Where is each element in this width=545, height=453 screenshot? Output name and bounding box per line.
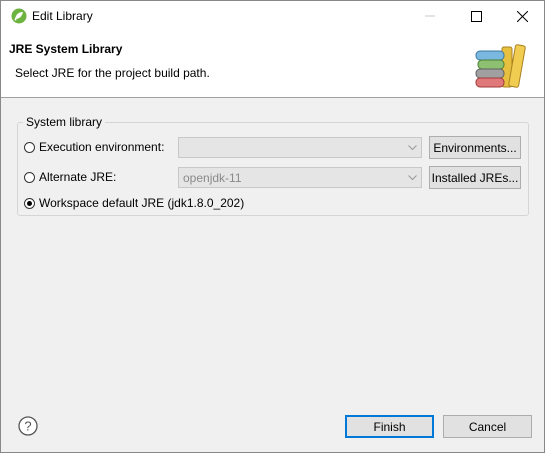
title-bar[interactable]: Edit Library <box>1 1 544 31</box>
installed-jres-button[interactable]: Installed JREs... <box>429 166 521 189</box>
edit-library-dialog: Edit Library JRE System Library Select J… <box>0 0 545 453</box>
header-title: JRE System Library <box>9 42 123 56</box>
radio-workspace-default[interactable] <box>24 197 35 209</box>
minimize-icon <box>425 15 435 17</box>
radio-execution-environment[interactable] <box>24 141 35 153</box>
dialog-header: JRE System Library Select JRE for the pr… <box>1 31 544 98</box>
workspace-default-jre-radio[interactable]: Workspace default JRE (jdk1.8.0_202) <box>24 196 244 210</box>
combo-value: openjdk-11 <box>183 171 242 185</box>
radio-label: Alternate JRE: <box>39 170 117 184</box>
spring-leaf-icon <box>11 8 27 24</box>
environments-button[interactable]: Environments... <box>429 136 521 159</box>
alternate-jre-radio[interactable]: Alternate JRE: <box>24 170 116 184</box>
chevron-down-icon <box>408 175 417 181</box>
finish-button[interactable]: Finish <box>345 415 434 438</box>
minimize-button[interactable] <box>407 1 453 31</box>
execution-environment-select[interactable] <box>178 137 422 158</box>
maximize-icon <box>470 10 482 22</box>
svg-text:?: ? <box>24 419 31 434</box>
maximize-button[interactable] <box>453 1 499 31</box>
help-icon[interactable]: ? <box>18 416 38 436</box>
cancel-button[interactable]: Cancel <box>443 415 532 438</box>
header-description: Select JRE for the project build path. <box>15 66 210 80</box>
chevron-down-icon <box>408 145 417 151</box>
books-library-icon <box>475 44 526 88</box>
window-title: Edit Library <box>32 9 93 23</box>
radio-label: Workspace default JRE (jdk1.8.0_202) <box>39 196 245 210</box>
execution-environment-radio[interactable]: Execution environment: <box>24 140 164 154</box>
radio-alternate-jre[interactable] <box>24 171 35 183</box>
alternate-jre-select[interactable]: openjdk-11 <box>178 167 422 188</box>
radio-label: Execution environment: <box>39 140 165 154</box>
system-library-label: System library <box>23 115 106 129</box>
close-icon <box>516 10 528 22</box>
close-button[interactable] <box>499 1 544 31</box>
